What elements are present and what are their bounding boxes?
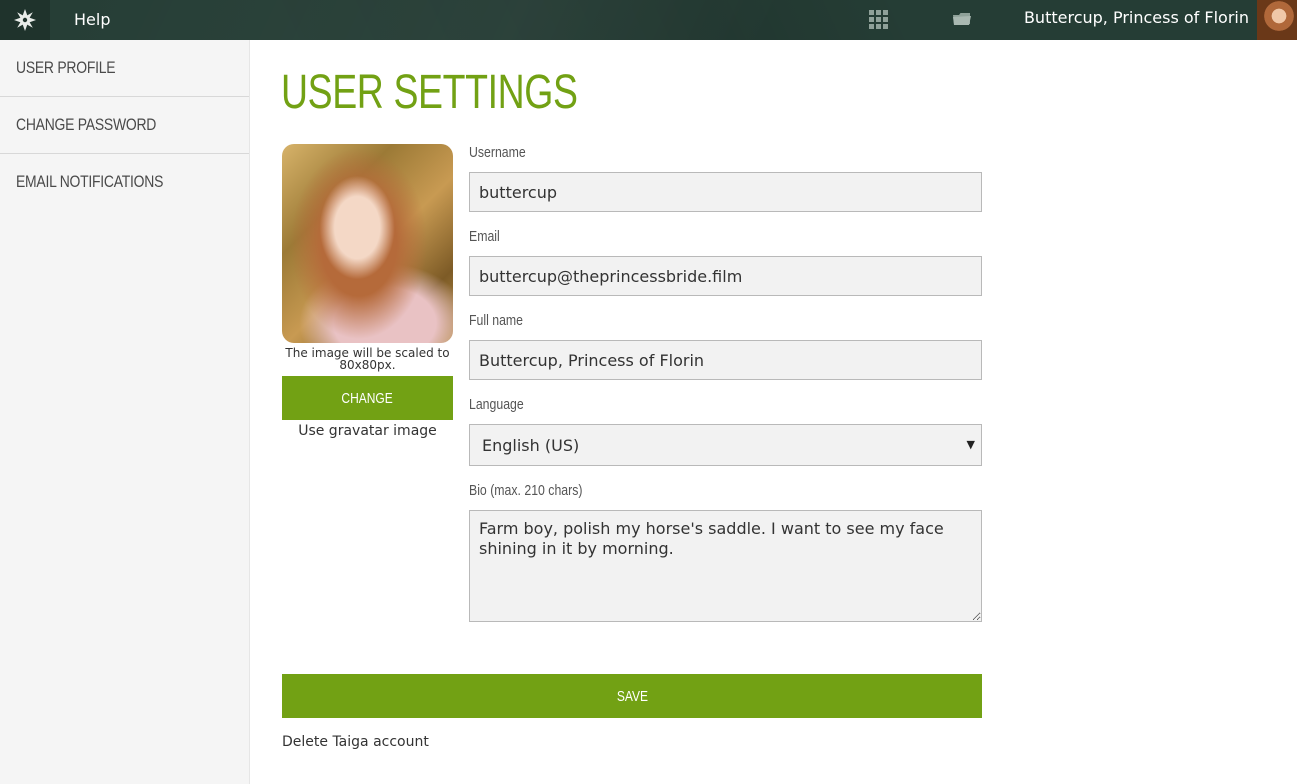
page-title: USER SETTINGS [281, 66, 578, 119]
delete-account-link[interactable]: Delete Taiga account [282, 733, 429, 751]
language-label: Language [469, 396, 524, 413]
grid-icon[interactable] [869, 10, 889, 30]
username-field[interactable] [469, 172, 982, 212]
language-select[interactable]: English (US) ▼ [469, 424, 982, 466]
sidebar-item-label: USER PROFILE [16, 58, 116, 77]
fullname-label: Full name [469, 312, 524, 329]
email-field[interactable] [469, 256, 982, 296]
email-label: Email [469, 228, 500, 245]
bio-label: Bio (max. 210 chars) [469, 482, 583, 499]
user-name[interactable]: Buttercup, Princess of Florin [1024, 8, 1249, 28]
change-avatar-button[interactable]: CHANGE [282, 376, 453, 420]
profile-avatar-image [282, 144, 453, 343]
sidebar-item-change-password[interactable]: CHANGE PASSWORD [0, 97, 249, 154]
image-scale-note: The image will be scaled to 80x80px. [285, 346, 450, 372]
change-avatar-button-label: CHANGE [341, 389, 394, 407]
username-label: Username [469, 144, 526, 161]
help-link[interactable]: Help [74, 10, 110, 30]
fullname-field[interactable] [469, 340, 982, 380]
sidebar-item-label: CHANGE PASSWORD [16, 115, 157, 134]
user-avatar[interactable] [1257, 0, 1297, 40]
sidebar-item-label: EMAIL NOTIFICATIONS [16, 172, 164, 191]
sidebar-item-email-notifications[interactable]: EMAIL NOTIFICATIONS [0, 154, 249, 210]
folder-icon-svg [953, 13, 971, 25]
save-button[interactable]: SAVE [282, 674, 982, 718]
settings-sidebar: USER PROFILE CHANGE PASSWORD EMAIL NOTIF… [0, 40, 250, 784]
use-gravatar-link[interactable]: Use gravatar image [282, 422, 453, 440]
sidebar-item-user-profile[interactable]: USER PROFILE [0, 40, 249, 97]
folder-icon[interactable] [952, 11, 972, 27]
taiga-logo-icon-svg [14, 9, 36, 31]
language-select-value: English (US) [482, 435, 580, 455]
bio-textarea[interactable]: Farm boy, polish my horse's saddle. I wa… [469, 510, 982, 622]
save-button-label: SAVE [616, 687, 648, 705]
taiga-logo-icon[interactable] [0, 0, 50, 40]
caret-down-icon: ▼ [966, 438, 975, 451]
top-navigation-bar: Help Buttercup, Princess of Florin [0, 0, 1297, 40]
